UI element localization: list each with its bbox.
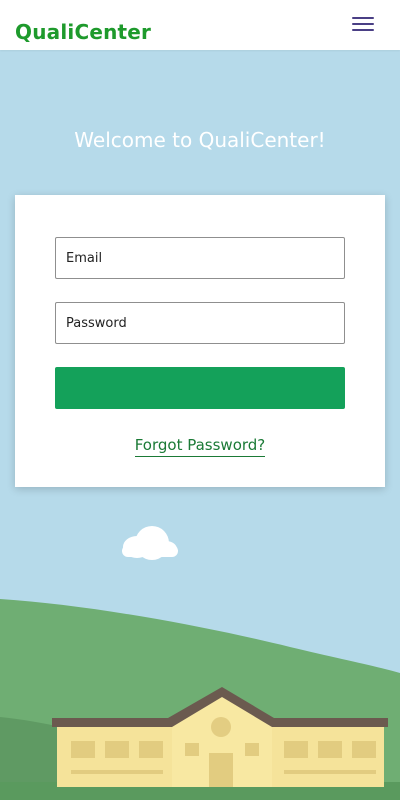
forgot-password-link[interactable]: Forgot Password?: [134, 435, 266, 457]
login-card: Forgot Password?: [15, 195, 385, 487]
top-header: QualiCenter: [0, 0, 400, 50]
app-logo[interactable]: QualiCenter: [15, 18, 151, 46]
hamburger-menu-icon[interactable]: [352, 16, 374, 32]
login-page: QualiCenter Welcome to QualiCenter! Forg…: [0, 0, 400, 800]
menu-bar-middle: [352, 23, 374, 25]
welcome-heading: Welcome to QualiCenter!: [74, 128, 326, 152]
cloud-icon: [122, 526, 178, 560]
login-button[interactable]: [55, 367, 345, 409]
email-field[interactable]: [55, 237, 345, 279]
menu-bar-bottom: [352, 29, 374, 31]
landscape-illustration: [0, 526, 400, 800]
forgot-password-container: Forgot Password?: [15, 435, 385, 457]
menu-bar-top: [352, 17, 374, 19]
password-field[interactable]: [55, 302, 345, 344]
